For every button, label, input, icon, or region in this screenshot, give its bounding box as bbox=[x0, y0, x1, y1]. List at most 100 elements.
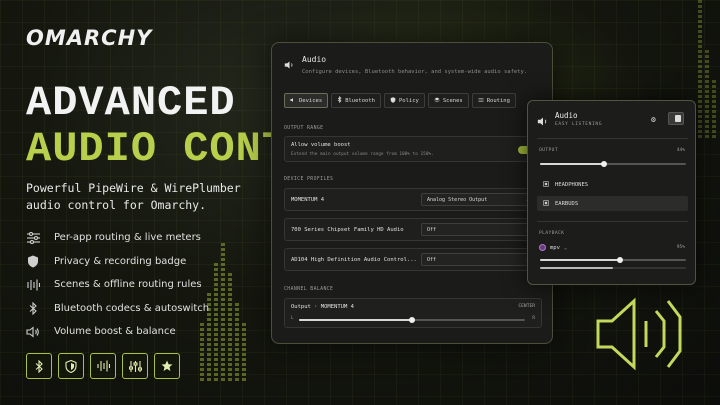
balance-slider-knob[interactable] bbox=[409, 317, 415, 323]
headphones-icon bbox=[543, 180, 549, 189]
popup-toggle[interactable] bbox=[668, 112, 684, 125]
hero-tagline: Powerful PipeWire & WirePlumber audio co… bbox=[26, 181, 241, 212]
tab-bluetooth[interactable]: Bluetooth bbox=[331, 93, 381, 108]
bluetooth-icon bbox=[26, 353, 52, 379]
device-item-headphones[interactable]: HEADPHONES bbox=[537, 177, 688, 192]
profile-row: 700 Series Chipset Family HD Audio Off ⌄ bbox=[284, 218, 542, 241]
output-volume-slider[interactable] bbox=[540, 161, 686, 167]
audio-settings-window: Audio Configure devices, Bluetooth behav… bbox=[271, 42, 553, 344]
chevron-down-icon: ⌄ bbox=[563, 244, 567, 251]
shield-icon bbox=[58, 353, 84, 379]
profile-device-name: AD104 High Definition Audio Control... bbox=[291, 257, 417, 263]
speaker-icon bbox=[284, 55, 295, 74]
app-volume-slider[interactable] bbox=[540, 257, 686, 263]
tab-label: Bluetooth bbox=[345, 97, 375, 104]
boost-description: Extend the main output volume range from… bbox=[291, 152, 434, 157]
app-volume-knob[interactable] bbox=[617, 257, 624, 263]
device-label: HEADPHONES bbox=[555, 181, 589, 188]
balance-slider[interactable] bbox=[299, 317, 525, 323]
speaker-icon bbox=[290, 97, 296, 105]
tab-label: Routing bbox=[486, 97, 510, 104]
feature-item: Privacy & recording badge bbox=[26, 250, 209, 274]
app-volume-fill bbox=[540, 259, 621, 261]
tab-label: Devices bbox=[299, 97, 323, 104]
profile-row: AD104 High Definition Audio Control... O… bbox=[284, 248, 542, 271]
device-item-earbuds[interactable]: EARBUDS bbox=[537, 196, 688, 211]
routing-icon bbox=[478, 97, 484, 105]
profile-select-value: Off bbox=[427, 226, 437, 233]
shield-icon bbox=[26, 254, 40, 268]
output-percent: 44% bbox=[676, 148, 685, 153]
shield-icon bbox=[390, 96, 396, 105]
tab-policy[interactable]: Policy bbox=[384, 93, 425, 108]
app-row[interactable]: mpv ⌄ bbox=[539, 244, 567, 251]
bluetooth-icon bbox=[337, 95, 342, 105]
app-level-meter bbox=[540, 267, 686, 269]
feature-item: Scenes & offline routing rules bbox=[26, 273, 209, 297]
equalizer-icon bbox=[122, 353, 148, 379]
section-label-channel-balance: CHANNEL BALANCE bbox=[284, 287, 334, 292]
profile-select[interactable]: Off ⌄ bbox=[421, 253, 535, 266]
playback-label: PLAYBACK bbox=[539, 231, 565, 236]
feature-item: Volume boost & balance bbox=[26, 320, 209, 344]
profile-select-value: Off bbox=[427, 256, 437, 263]
window-header: Audio Configure devices, Bluetooth behav… bbox=[284, 55, 527, 75]
channel-balance-row: Output · MOMENTUM 4 CENTER L R bbox=[284, 298, 542, 328]
volume-boost-row: Allow volume boost Extend the main outpu… bbox=[284, 136, 542, 162]
app-mpv-icon bbox=[539, 244, 546, 251]
audio-popup: Audio EASY LISTENING ⚙ OUTPUT 44% HEADPH… bbox=[527, 100, 696, 285]
balance-left-label: L bbox=[291, 316, 294, 321]
speaker-icon bbox=[594, 295, 686, 377]
speaker-icon bbox=[26, 325, 40, 339]
brand-logo: OMARCHY bbox=[26, 26, 153, 50]
popup-subtitle: EASY LISTENING bbox=[555, 122, 603, 127]
app-percent: 95% bbox=[676, 245, 685, 250]
device-label: EARBUDS bbox=[555, 200, 579, 207]
bluetooth-icon bbox=[26, 301, 40, 315]
balance-title: Output · MOMENTUM 4 bbox=[291, 304, 354, 310]
profile-select-value: Analog Stereo Output bbox=[427, 196, 488, 203]
app-name: mpv bbox=[550, 244, 560, 251]
balance-right-label: R bbox=[532, 316, 535, 321]
profile-device-name: 700 Series Chipset Family HD Audio bbox=[291, 227, 404, 233]
profile-select[interactable]: Off ⌄ bbox=[421, 223, 535, 236]
section-label-device-profiles: DEVICE PROFILES bbox=[284, 177, 334, 182]
app-level-meter-fill bbox=[540, 267, 613, 269]
profile-select[interactable]: Analog Stereo Output ⌄ bbox=[421, 193, 535, 206]
feature-label: Privacy & recording badge bbox=[54, 255, 187, 267]
tab-devices[interactable]: Devices bbox=[284, 93, 329, 108]
feature-label: Volume boost & balance bbox=[54, 326, 176, 338]
tab-routing[interactable]: Routing bbox=[471, 93, 516, 108]
feature-label: Scenes & offline routing rules bbox=[54, 279, 202, 291]
balance-center-label: CENTER bbox=[518, 304, 535, 309]
divider bbox=[537, 138, 688, 139]
tab-label: Scenes bbox=[442, 97, 463, 104]
profile-row: MOMENTUM 4 Analog Stereo Output ⌄ bbox=[284, 188, 542, 211]
output-volume-knob[interactable] bbox=[601, 161, 608, 167]
tab-scenes[interactable]: Scenes bbox=[427, 93, 469, 108]
feature-item: Bluetooth codecs & autoswitch bbox=[26, 297, 209, 321]
star-icon bbox=[154, 353, 180, 379]
gear-icon[interactable]: ⚙ bbox=[651, 115, 656, 124]
window-title: Audio bbox=[302, 55, 327, 64]
tab-bar: Devices Bluetooth Policy Scenes Routing bbox=[284, 93, 516, 108]
popup-title: Audio bbox=[555, 111, 578, 120]
divider bbox=[537, 221, 688, 222]
profile-device-name: MOMENTUM 4 bbox=[291, 197, 325, 203]
balance-slider-fill bbox=[299, 319, 412, 321]
output-volume-fill bbox=[540, 163, 605, 165]
layers-icon bbox=[434, 97, 440, 105]
earbuds-icon bbox=[543, 199, 549, 208]
sliders-icon bbox=[26, 231, 40, 245]
tab-label: Policy bbox=[399, 97, 419, 104]
meter-bars-decoration-right bbox=[698, 0, 716, 140]
popup-toggle-knob bbox=[675, 115, 681, 122]
layers-icon bbox=[26, 278, 40, 292]
feature-label: Bluetooth codecs & autoswitch bbox=[54, 302, 210, 314]
feature-label: Per-app routing & live meters bbox=[54, 232, 201, 244]
section-label-output-range: OUTPUT RANGE bbox=[284, 126, 324, 131]
waveform-icon bbox=[90, 353, 116, 379]
speaker-icon bbox=[537, 112, 549, 131]
feature-item: Per-app routing & live meters bbox=[26, 226, 209, 250]
feature-list: Per-app routing & live meters Privacy & … bbox=[26, 226, 209, 344]
